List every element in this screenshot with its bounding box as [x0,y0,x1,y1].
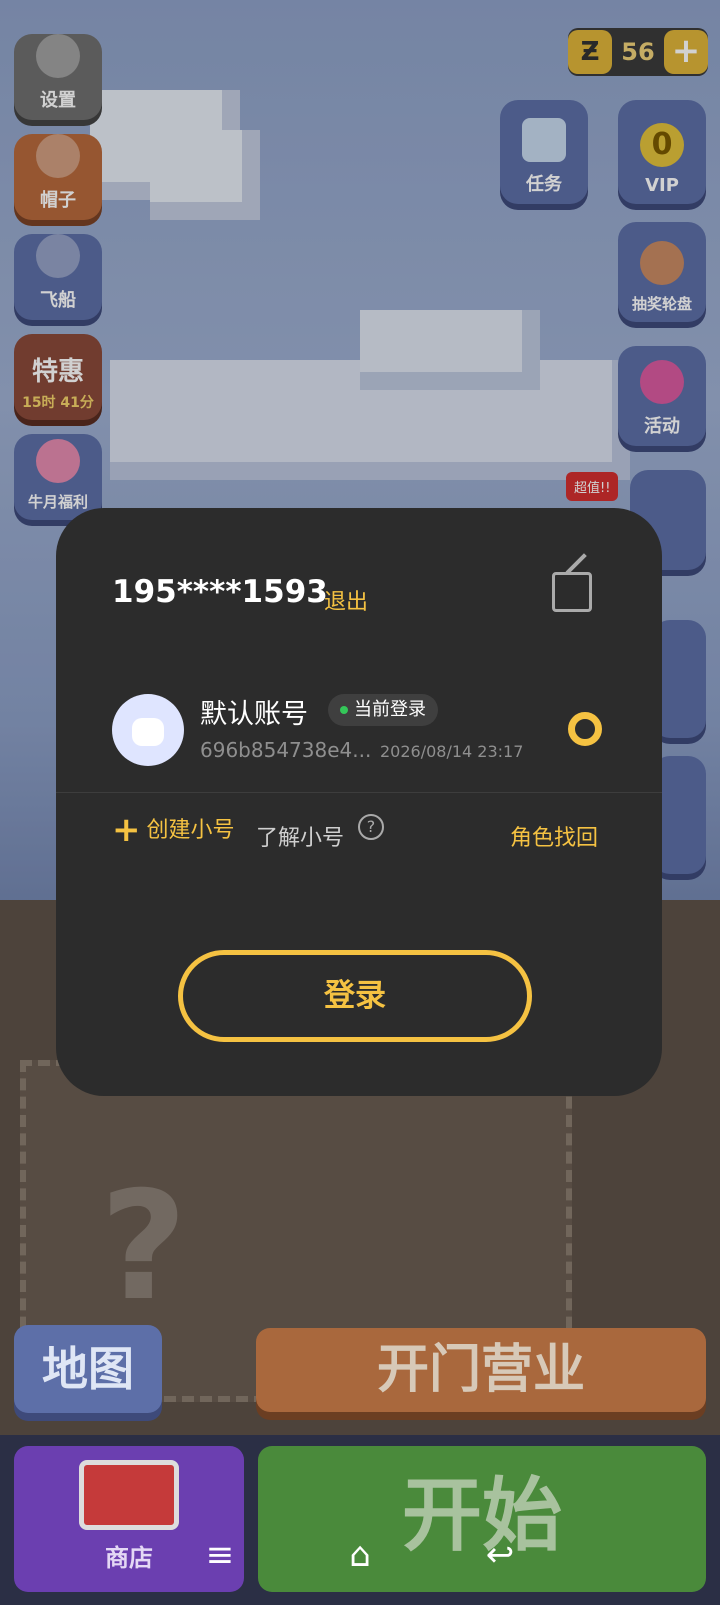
account-uid: 696b854738e4... [200,738,372,762]
open-business-button[interactable]: 开门营业 [256,1328,706,1412]
plus-icon: + [112,810,141,850]
current-login-badge: 当前登录 [328,694,438,726]
divider [56,792,662,793]
logout-link[interactable]: 退出 [324,584,368,616]
profile-name: 默认账号 [200,699,308,730]
system-nav-bar: ≡ ⌂ ↩ [0,1535,720,1587]
cart-icon [79,1460,179,1530]
recover-character-link[interactable]: 角色找回 [510,820,598,852]
login-button[interactable]: 登录 [178,950,532,1042]
account-number: 195****1593 [112,574,328,610]
create-sub-account-button[interactable]: + 创建小号 [112,810,235,850]
help-icon[interactable]: ? [358,814,384,840]
login-timestamp: 2026/08/14 23:17 [380,742,524,761]
map-button[interactable]: 地图 [14,1325,162,1413]
home-icon[interactable]: ⌂ [330,1535,390,1587]
account-radio-selected[interactable] [568,712,602,746]
avatar [112,694,184,766]
account-dialog: 195****1593 退出 默认账号 当前登录 696b854738e4...… [56,508,662,1096]
menu-icon[interactable]: ≡ [190,1535,250,1587]
edit-icon[interactable] [552,572,592,612]
back-icon[interactable]: ↩ [470,1535,530,1587]
learn-sub-account-link[interactable]: 了解小号 [256,820,344,852]
